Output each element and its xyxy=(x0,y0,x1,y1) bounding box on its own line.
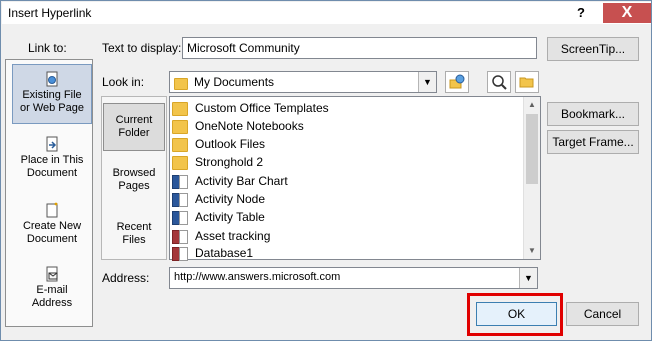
file-name: OneNote Notebooks xyxy=(195,119,304,133)
list-item[interactable]: Activity Node xyxy=(172,190,265,208)
email-label-2: Address xyxy=(31,297,73,309)
globe-file-icon xyxy=(46,71,58,87)
file-name: Asset tracking xyxy=(195,229,271,243)
folder-icon xyxy=(172,119,188,134)
browse-browsed-pages[interactable]: Browsed Pages xyxy=(103,167,165,197)
search-button[interactable] xyxy=(487,71,511,93)
search-icon xyxy=(492,75,507,90)
file-name: Stronghold 2 xyxy=(195,155,264,169)
word-document-icon xyxy=(172,210,188,225)
vertical-scrollbar[interactable]: ▲ ▼ xyxy=(523,97,540,259)
list-item[interactable]: Database1 xyxy=(172,244,253,262)
scroll-up-icon[interactable]: ▲ xyxy=(524,97,540,113)
text-to-display-input[interactable]: Microsoft Community xyxy=(182,37,537,59)
create-new-label-1: Create New xyxy=(22,220,82,232)
open-folder-icon xyxy=(519,77,534,88)
link-to-label: Link to: xyxy=(28,41,67,55)
recent-files-label-2: Files xyxy=(122,234,146,246)
address-label: Address: xyxy=(102,271,150,285)
list-item[interactable]: OneNote Notebooks xyxy=(172,117,304,135)
browsed-pages-label-2: Pages xyxy=(118,180,150,192)
close-button[interactable]: X xyxy=(603,3,651,23)
address-combobox[interactable]: http://www.answers.microsoft.com ▼ xyxy=(169,267,538,289)
browse-recent-files[interactable]: Recent Files xyxy=(103,221,165,251)
insert-hyperlink-dialog: Insert Hyperlink ? X Link to: Existing F… xyxy=(0,0,652,341)
link-to-panel: Existing File or Web Page Place in This … xyxy=(5,59,93,327)
recent-files-label-1: Recent xyxy=(116,221,152,233)
new-document-icon xyxy=(46,202,58,218)
bookmark-button[interactable]: Bookmark... xyxy=(547,102,639,126)
browsed-pages-label-1: Browsed xyxy=(112,167,156,179)
email-label-1: E-mail xyxy=(36,284,68,296)
target-frame-button[interactable]: Target Frame... xyxy=(547,130,639,154)
file-name: Activity Table xyxy=(195,210,265,224)
list-item[interactable]: Activity Bar Chart xyxy=(172,172,288,190)
current-folder-label-1: Current xyxy=(115,114,153,126)
browse-web-button[interactable] xyxy=(445,71,469,93)
browse-current-folder[interactable]: Current Folder xyxy=(103,103,165,151)
file-name: Database1 xyxy=(195,246,254,260)
place-label-1: Place in This xyxy=(20,154,84,166)
cancel-button[interactable]: Cancel xyxy=(566,302,639,326)
file-name: Activity Node xyxy=(195,192,266,206)
text-to-display-label: Text to display: xyxy=(102,41,182,55)
link-to-existing-file[interactable]: Existing File or Web Page xyxy=(12,64,92,124)
chevron-down-icon[interactable]: ▼ xyxy=(418,72,436,92)
list-item[interactable]: Activity Table xyxy=(172,208,265,226)
access-database-icon xyxy=(172,229,188,244)
list-item[interactable]: Outlook Files xyxy=(172,135,265,153)
email-icon xyxy=(46,266,58,282)
file-name: Activity Bar Chart xyxy=(195,174,288,188)
link-to-place-in-document[interactable]: Place in This Document xyxy=(12,136,92,186)
look-in-label: Look in: xyxy=(102,75,145,89)
browse-panel: Current Folder Browsed Pages Recent File… xyxy=(101,96,167,260)
existing-file-label-1: Existing File xyxy=(22,89,82,101)
word-document-icon xyxy=(172,192,188,207)
access-database-icon xyxy=(172,246,188,261)
file-name: Outlook Files xyxy=(195,137,266,151)
list-item[interactable]: Stronghold 2 xyxy=(172,153,263,171)
help-button[interactable]: ? xyxy=(558,3,604,23)
list-item[interactable]: Custom Office Templates xyxy=(172,99,329,117)
word-document-icon xyxy=(172,174,188,189)
scroll-thumb[interactable] xyxy=(526,114,538,184)
link-to-email-address[interactable]: E-mail Address xyxy=(12,266,92,316)
list-item[interactable]: Asset tracking xyxy=(172,227,270,245)
place-label-2: Document xyxy=(26,167,78,179)
look-in-combobox[interactable]: My Documents ▼ xyxy=(169,71,437,93)
address-value: http://www.answers.microsoft.com xyxy=(174,271,341,283)
browse-web-icon xyxy=(449,74,465,89)
dialog-title: Insert Hyperlink xyxy=(8,6,92,20)
folder-icon xyxy=(172,155,188,170)
folder-icon xyxy=(172,101,188,116)
title-bar: Insert Hyperlink ? X xyxy=(2,2,651,24)
file-list[interactable]: Custom Office Templates OneNote Notebook… xyxy=(169,96,541,262)
folder-icon xyxy=(174,77,188,90)
scroll-down-icon[interactable]: ▼ xyxy=(524,243,540,259)
look-in-value: My Documents xyxy=(194,75,275,89)
chevron-down-icon[interactable]: ▼ xyxy=(519,268,537,288)
existing-file-label-2: or Web Page xyxy=(19,102,84,114)
link-to-create-new-document[interactable]: Create New Document xyxy=(12,202,92,252)
document-place-icon xyxy=(46,136,58,152)
folder-icon xyxy=(172,137,188,152)
ok-highlight-box xyxy=(467,293,563,336)
current-folder-label-2: Folder xyxy=(118,127,150,139)
create-new-label-2: Document xyxy=(26,233,78,245)
file-name: Custom Office Templates xyxy=(195,101,329,115)
screentip-button[interactable]: ScreenTip... xyxy=(547,37,639,61)
open-folder-button[interactable] xyxy=(515,71,539,93)
